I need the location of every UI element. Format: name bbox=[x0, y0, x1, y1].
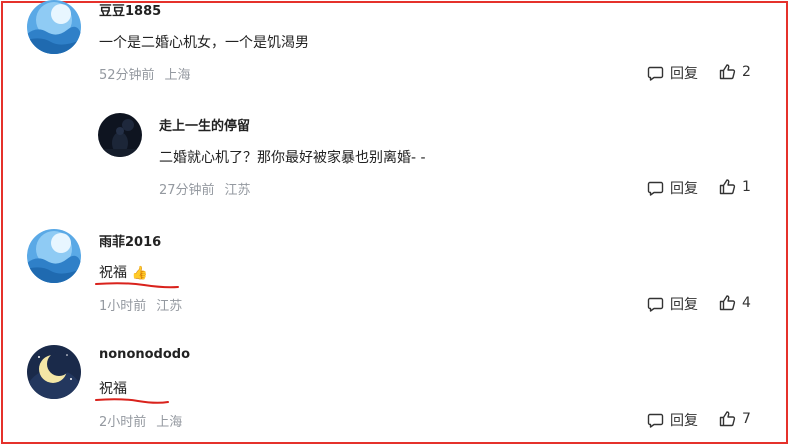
like-button[interactable]: 7 bbox=[719, 410, 751, 427]
chat-bubble-icon bbox=[647, 181, 664, 196]
like-button[interactable]: 4 bbox=[719, 294, 751, 311]
comment-meta: 1小时前 江苏 bbox=[99, 295, 182, 314]
comment-time: 2小时前 bbox=[99, 415, 147, 430]
comment-text-body: 祝福 bbox=[99, 265, 127, 281]
comment-text: 一个是二婚心机女，一个是饥渴男 bbox=[99, 35, 309, 51]
comment-location: 上海 bbox=[164, 68, 191, 83]
comment-meta: 2小时前 上海 bbox=[99, 411, 182, 430]
like-button[interactable]: 2 bbox=[719, 63, 751, 80]
comment-location: 上海 bbox=[156, 415, 183, 430]
user-avatar[interactable] bbox=[27, 0, 81, 54]
reply-button[interactable]: 回复 bbox=[647, 178, 698, 198]
reply-label: 回复 bbox=[670, 181, 698, 197]
like-count: 7 bbox=[742, 410, 751, 427]
red-underline-annotation bbox=[95, 398, 169, 404]
chat-bubble-icon bbox=[647, 413, 664, 428]
comment-location: 江苏 bbox=[156, 299, 183, 314]
thumbs-up-icon bbox=[719, 64, 736, 80]
thumbs-up-emoji: 👍 bbox=[131, 266, 148, 281]
user-avatar[interactable] bbox=[98, 113, 142, 157]
username[interactable]: 豆豆1885 bbox=[99, 0, 161, 19]
reply-label: 回复 bbox=[670, 413, 698, 429]
like-count: 2 bbox=[742, 63, 751, 80]
reply-label: 回复 bbox=[670, 297, 698, 313]
comment-time: 27分钟前 bbox=[159, 183, 215, 198]
thumbs-up-icon bbox=[719, 411, 736, 427]
reply-button[interactable]: 回复 bbox=[647, 294, 698, 314]
like-count: 1 bbox=[742, 178, 751, 195]
comment-time: 52分钟前 bbox=[99, 68, 155, 83]
comment-text: 祝福 bbox=[99, 381, 127, 397]
comment-meta: 27分钟前 江苏 bbox=[159, 179, 251, 198]
chat-bubble-icon bbox=[647, 66, 664, 81]
comment-time: 1小时前 bbox=[99, 299, 147, 314]
like-button[interactable]: 1 bbox=[719, 178, 751, 195]
comment-location: 江苏 bbox=[224, 183, 251, 198]
user-avatar[interactable] bbox=[27, 345, 81, 399]
chat-bubble-icon bbox=[647, 297, 664, 312]
username[interactable]: 雨菲2016 bbox=[99, 231, 161, 250]
like-count: 4 bbox=[742, 294, 751, 311]
red-underline-annotation bbox=[95, 282, 179, 289]
reply-button[interactable]: 回复 bbox=[647, 410, 698, 430]
comment-text: 祝福 👍 bbox=[99, 262, 148, 282]
reply-button[interactable]: 回复 bbox=[647, 63, 698, 83]
comment-text: 二婚就心机了？那你最好被家暴也别离婚- - bbox=[159, 150, 426, 166]
reply-label: 回复 bbox=[670, 66, 698, 82]
user-avatar[interactable] bbox=[27, 229, 81, 283]
thumbs-up-icon bbox=[719, 179, 736, 195]
comment-meta: 52分钟前 上海 bbox=[99, 64, 191, 83]
username[interactable]: 走上一生的停留 bbox=[159, 115, 250, 134]
username[interactable]: nononododo bbox=[99, 347, 190, 362]
thumbs-up-icon bbox=[719, 295, 736, 311]
